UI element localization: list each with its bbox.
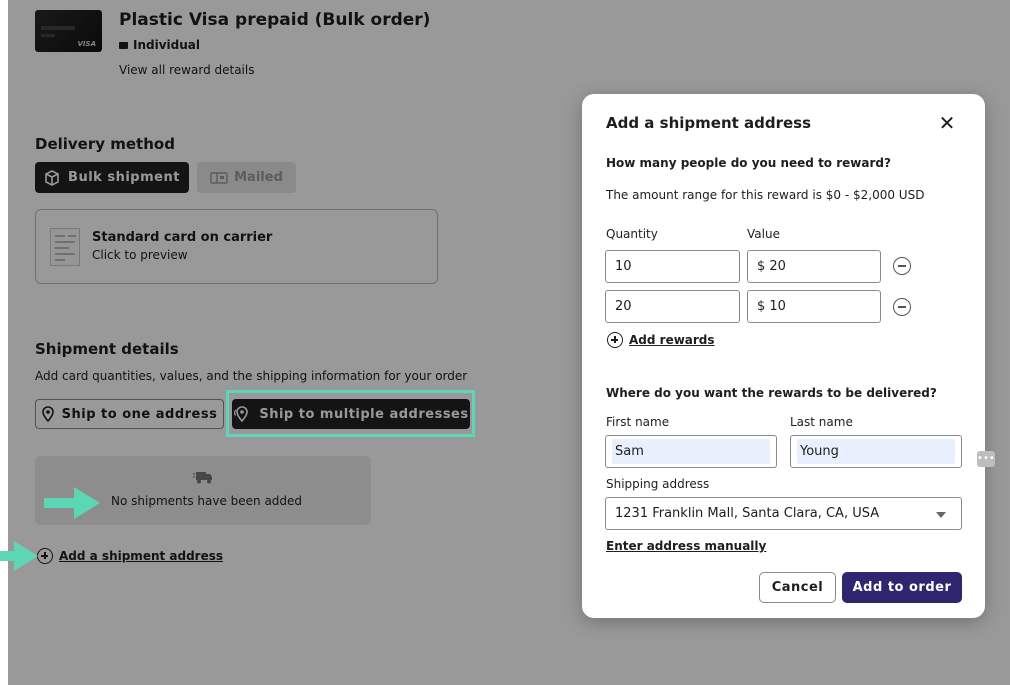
value-amount-2: $ 10 — [757, 299, 786, 314]
last-name-input[interactable]: Young ••• — [790, 435, 995, 468]
enter-address-manually-link[interactable]: Enter address manually — [606, 539, 766, 553]
value-label: Value — [747, 227, 780, 241]
add-to-order-button[interactable]: Add to order — [842, 572, 962, 603]
highlight-box — [226, 390, 475, 437]
value-amount-1: $ 20 — [757, 259, 786, 274]
tutorial-arrow-icon-2 — [0, 541, 38, 571]
delivery-question: Where do you want the rewards to be deli… — [606, 386, 937, 400]
shipping-address-select[interactable]: 1231 Franklin Mall, Santa Clara, CA, USA — [605, 497, 962, 530]
shipping-address-value: 1231 Franklin Mall, Santa Clara, CA, USA — [615, 506, 880, 521]
quantity-input-2[interactable]: 20 — [605, 290, 740, 323]
remove-row-1-icon[interactable] — [893, 257, 911, 275]
people-question: How many people do you need to reward? — [606, 156, 891, 170]
add-rewards-link[interactable]: Add rewards — [607, 332, 715, 348]
quantity-input-1[interactable]: 10 — [605, 250, 740, 283]
last-name-label: Last name — [790, 415, 853, 429]
range-text: The amount range for this reward is $0 -… — [606, 188, 925, 202]
autofill-icon[interactable]: ••• — [976, 450, 995, 467]
close-icon[interactable]: ✕ — [936, 112, 958, 134]
add-circle-icon — [607, 332, 623, 348]
quantity-label: Quantity — [606, 227, 658, 241]
shipping-address-label: Shipping address — [606, 477, 710, 491]
modal-title: Add a shipment address — [606, 114, 812, 132]
first-name-value: Sam — [615, 444, 644, 459]
add-shipment-modal: Add a shipment address ✕ How many people… — [582, 94, 995, 618]
quantity-value-2: 20 — [615, 299, 632, 314]
remove-row-2-icon[interactable] — [893, 298, 911, 316]
tutorial-arrow-icon — [44, 487, 100, 519]
chevron-down-icon — [936, 512, 946, 518]
first-name-label: First name — [606, 415, 670, 429]
cancel-button[interactable]: Cancel — [759, 572, 836, 603]
value-input-2[interactable]: $ 10 — [747, 290, 881, 323]
add-rewards-label: Add rewards — [629, 333, 715, 347]
last-name-value: Young — [800, 444, 839, 459]
value-input-1[interactable]: $ 20 — [747, 250, 881, 283]
first-name-input[interactable]: Sam — [605, 435, 777, 468]
quantity-value-1: 10 — [615, 259, 632, 274]
